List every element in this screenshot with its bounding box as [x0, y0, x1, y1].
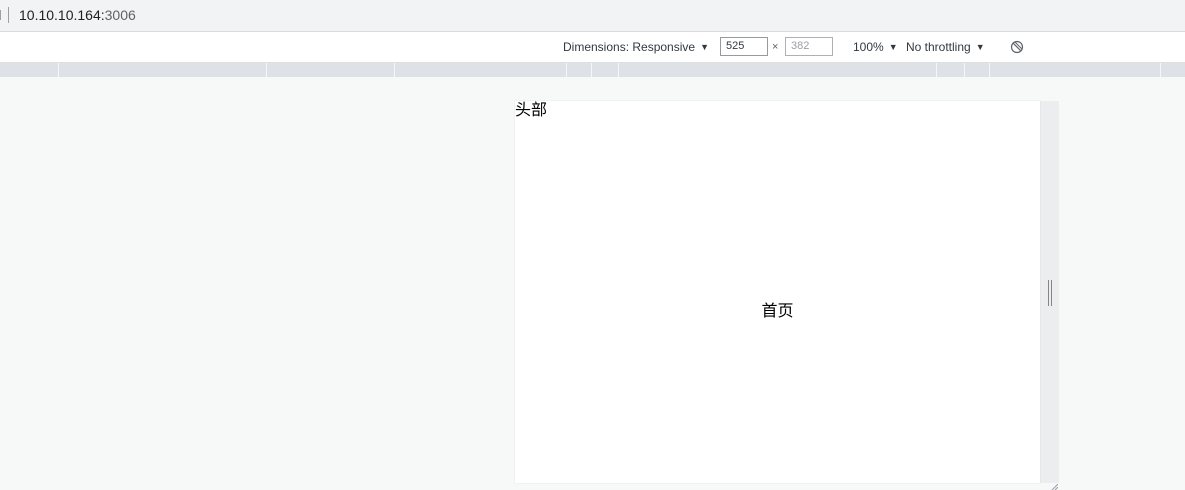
dimensions-dropdown[interactable]: Dimensions: Responsive ▼	[563, 40, 709, 54]
media-query-marker[interactable]	[591, 63, 592, 77]
throttling-dropdown[interactable]: No throttling ▼	[906, 40, 985, 54]
address-bar: 10.10.10.164:3006	[0, 0, 1185, 32]
media-query-marker[interactable]	[936, 63, 937, 77]
resize-grip-icon[interactable]	[1047, 280, 1053, 306]
media-query-marker[interactable]	[394, 63, 395, 77]
zoom-dropdown[interactable]: 100% ▼	[853, 40, 898, 54]
url-port: 3006	[104, 7, 136, 23]
address-separator	[8, 7, 9, 23]
corner-resize-icon[interactable]	[1050, 484, 1058, 490]
chevron-down-icon: ▼	[975, 42, 985, 52]
media-query-marker[interactable]	[58, 63, 59, 77]
site-info-icon[interactable]	[0, 10, 3, 20]
device-viewport: 头部 首页	[515, 101, 1040, 483]
media-query-marker[interactable]	[266, 63, 267, 77]
rotate-icon[interactable]	[1010, 40, 1024, 54]
width-input[interactable]: 525	[720, 37, 768, 56]
media-query-marker[interactable]	[618, 63, 619, 77]
times-symbol: ×	[772, 41, 779, 53]
throttling-label: No throttling	[906, 40, 971, 54]
chevron-down-icon: ▼	[888, 42, 898, 52]
page-header-text: 头部	[515, 100, 548, 119]
dimensions-label: Dimensions: Responsive	[563, 40, 696, 54]
media-query-bar[interactable]	[0, 63, 1185, 77]
chevron-down-icon: ▼	[700, 42, 709, 52]
url-field[interactable]: 10.10.10.164:3006	[19, 7, 136, 23]
zoom-label: 100%	[853, 40, 884, 54]
media-query-marker[interactable]	[964, 63, 965, 77]
device-toolbar: Dimensions: Responsive ▼ 525 × 382 100% ▼ …	[0, 32, 1185, 63]
page-body-text: 首页	[761, 301, 794, 320]
media-query-marker[interactable]	[566, 63, 567, 77]
url-host: 10.10.10.164:	[19, 7, 105, 23]
height-input[interactable]: 382	[785, 37, 833, 56]
media-query-marker[interactable]	[1160, 63, 1161, 77]
media-query-marker[interactable]	[989, 63, 990, 77]
